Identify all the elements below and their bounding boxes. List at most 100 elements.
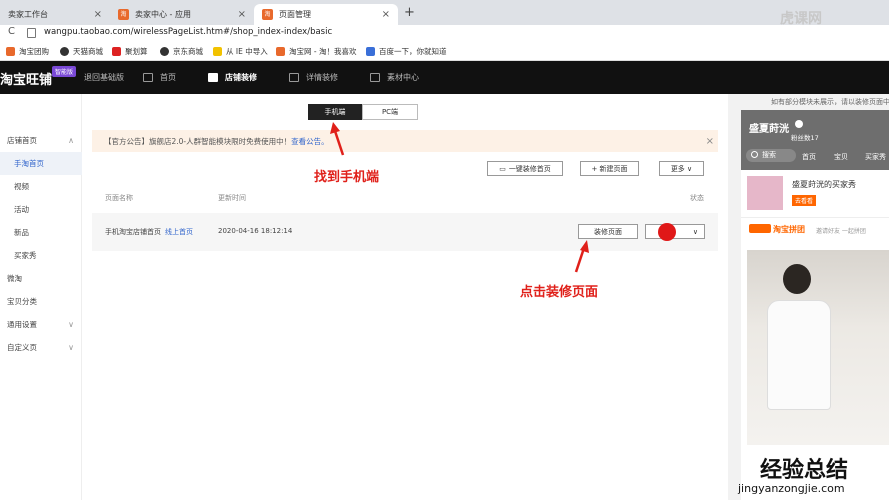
watermark-bottom: 经验总结 — [760, 458, 849, 483]
verified-icon — [795, 120, 803, 128]
sidebar-item-label: 新品 — [14, 228, 29, 237]
nav-label: 详情装修 — [306, 73, 338, 82]
column-header-status: 状态 — [690, 194, 704, 202]
pintuan-title: 淘宝拼团 — [773, 225, 805, 234]
annotation-click-decorate: 点击装修页面 — [520, 285, 599, 300]
sidebar-item-shop-home[interactable]: 店铺首页 ∧ — [0, 129, 82, 152]
bookmark-item[interactable]: 百度一下，你就知道 — [366, 46, 447, 57]
buyer-show-tag[interactable]: 去看看 — [792, 195, 817, 206]
taobao-favicon-icon: 淘 — [262, 9, 273, 20]
page-info-icon[interactable] — [27, 28, 36, 38]
sidebar-item-video[interactable]: 视频 — [0, 175, 82, 198]
more-button[interactable]: 更多 ∨ — [659, 161, 704, 176]
sidebar-item-general-settings[interactable]: 通用设置 ∨ — [0, 313, 82, 336]
close-icon[interactable]: × — [382, 9, 390, 20]
sidebar-item-weitao[interactable]: 微淘 — [0, 267, 82, 290]
page-name: 手机淘宝店铺首页 — [105, 228, 161, 236]
sidebar-item-mobile-home[interactable]: 手淘首页 — [0, 152, 82, 175]
tab-label: 卖家工作台 — [8, 10, 48, 19]
sidebar-item-custom-pages[interactable]: 自定义页 ∨ — [0, 336, 82, 359]
home-icon — [143, 73, 153, 82]
sidebar-item-category[interactable]: 宝贝分类 — [0, 290, 82, 313]
nav-home[interactable]: 首页 — [143, 72, 176, 83]
nav-label: 首页 — [160, 73, 176, 82]
nav-back-basic[interactable]: 退回基础版 — [84, 72, 124, 83]
sidebar-item-label: 通用设置 — [7, 320, 37, 329]
sidebar-item-label: 宝贝分类 — [7, 297, 37, 306]
close-icon[interactable]: × — [94, 9, 102, 20]
column-header-time: 更新时间 — [218, 194, 246, 202]
shop-name: 盛夏莳洸 — [749, 124, 789, 135]
tab-label: 页面管理 — [279, 10, 311, 19]
column-header-name: 页面名称 — [105, 194, 133, 202]
notice-link[interactable]: 查看公告。 — [291, 136, 329, 147]
bookmark-item[interactable]: 淘宝团购 — [6, 46, 49, 57]
divider — [741, 217, 889, 218]
watermark-url: jingyanzongjie.com — [738, 482, 845, 495]
pintuan-icon — [749, 224, 771, 233]
chevron-up-icon: ∧ — [68, 136, 74, 145]
segment-mobile[interactable]: 手机端 — [308, 104, 362, 120]
bookmark-icon — [60, 47, 69, 56]
sidebar-item-new[interactable]: 新品 — [0, 221, 82, 244]
sidebar-item-activity[interactable]: 活动 — [0, 198, 82, 221]
bookmark-label: 京东商城 — [173, 47, 203, 56]
buyer-show-thumbnail — [747, 176, 783, 210]
shop-icon — [208, 73, 218, 82]
sidebar-item-buyer-show[interactable]: 买家秀 — [0, 244, 82, 267]
fans-count: 粉丝数17 — [791, 134, 819, 142]
tab-label: 卖家中心 - 应用 — [135, 10, 191, 19]
detail-icon — [289, 73, 299, 82]
bookmark-label: 淘宝团购 — [19, 47, 49, 56]
preview-tab-buyer-show[interactable]: 买家秀 — [865, 152, 886, 162]
address-bar: C wangpu.taobao.com/wirelessPageList.htm… — [0, 25, 889, 42]
bookmark-label: 从 IE 中导入 — [226, 47, 268, 56]
sidebar: 店铺首页 ∧ 手淘首页 视频 活动 新品 买家秀 微淘 宝贝分类 通用设置 ∨ 自定… — [0, 94, 82, 500]
bookmark-icon — [276, 47, 285, 56]
bookmark-icon — [366, 47, 375, 56]
browser-tab-seller-center[interactable]: 淘 卖家中心 - 应用 × — [110, 4, 254, 25]
segment-pc[interactable]: PC端 — [362, 104, 418, 120]
bookmarks-bar: 淘宝团购 天猫商城 聚划算 京东商城 从 IE 中导入 淘宝网 - 淘！我喜欢 … — [0, 42, 889, 61]
bookmark-item[interactable]: 京东商城 — [160, 46, 203, 57]
nav-material-center[interactable]: 素材中心 — [370, 72, 419, 83]
notice-bar: 【官方公告】旗舰店2.0-人群智能模块限时免费使用中！ 查看公告。 × — [92, 130, 718, 152]
bookmark-item[interactable]: 从 IE 中导入 — [213, 46, 268, 57]
new-page-button[interactable]: + 新建页面 — [580, 161, 639, 176]
bookmark-label: 百度一下，你就知道 — [379, 47, 447, 56]
arrow-annotation-2 — [574, 240, 589, 273]
sidebar-item-label: 手淘首页 — [14, 159, 44, 168]
sidebar-item-label: 微淘 — [7, 274, 22, 283]
arrow-annotation-1 — [330, 122, 345, 156]
browser-tab-page-manager[interactable]: 淘 页面管理 × — [254, 4, 398, 25]
bookmark-item[interactable]: 聚划算 — [112, 46, 148, 57]
close-icon[interactable]: × — [238, 9, 246, 20]
nav-shop-decorate[interactable]: 店铺装修 — [208, 72, 257, 83]
bookmark-item[interactable]: 淘宝网 - 淘！我喜欢 — [276, 46, 356, 57]
decorate-page-button[interactable]: 装修页面 — [578, 224, 638, 239]
bookmark-item[interactable]: 天猫商城 — [60, 46, 103, 57]
browser-tab-seller-workbench[interactable]: 卖家工作台 × — [0, 4, 110, 25]
sidebar-item-label: 自定义页 — [7, 343, 37, 352]
monitor-icon: ▭ — [499, 164, 506, 173]
chevron-down-icon: ∨ — [68, 343, 74, 352]
close-icon[interactable]: × — [706, 136, 714, 147]
table-row: 手机淘宝店铺首页 线上首页 2020-04-16 18:12:14 装修页面 ∨ — [92, 213, 718, 251]
sidebar-item-label: 店铺首页 — [7, 136, 37, 145]
top-nav: 淘宝旺铺 智能版 退回基础版 首页 店铺装修 详情装修 素材中心 — [0, 61, 889, 94]
one-click-decorate-button[interactable]: ▭ 一键装修首页 — [487, 161, 563, 176]
browser-tab-strip: 卖家工作台 × 淘 卖家中心 - 应用 × 淘 页面管理 × + — [0, 0, 889, 25]
bookmark-icon — [112, 47, 121, 56]
preview-tab-home[interactable]: 首页 — [802, 152, 816, 162]
preview-tab-items[interactable]: 宝贝 — [834, 152, 848, 162]
reload-icon[interactable]: C — [8, 26, 15, 37]
url-field[interactable]: wangpu.taobao.com/wirelessPageList.htm#/… — [44, 27, 332, 37]
edition-badge: 智能版 — [52, 66, 77, 77]
online-home-link[interactable]: 线上首页 — [165, 227, 193, 237]
shop-header: 盛夏莳洸 粉丝数17 搜索 首页 宝贝 买家秀 — [741, 110, 889, 170]
logo: 淘宝旺铺 — [0, 73, 53, 88]
search-icon — [751, 151, 758, 158]
new-tab-button[interactable]: + — [404, 5, 415, 20]
nav-detail-decorate[interactable]: 详情装修 — [289, 72, 338, 83]
chevron-down-icon: ∨ — [68, 320, 74, 329]
